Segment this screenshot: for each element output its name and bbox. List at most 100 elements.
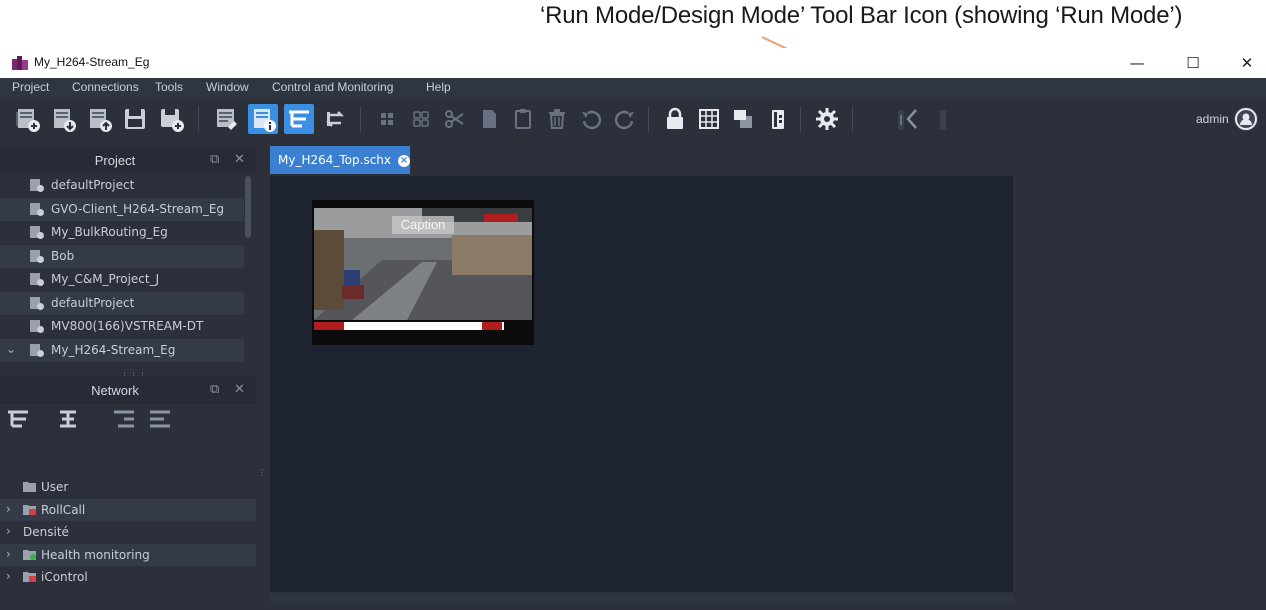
schematic-canvas[interactable]: Caption <box>270 176 1013 592</box>
caption-label[interactable]: Caption <box>392 216 454 234</box>
toolbar-grip-icon <box>886 104 904 134</box>
undo-icon[interactable] <box>576 104 606 134</box>
chevron-down-icon[interactable]: ⌄ <box>6 342 16 356</box>
export-project-icon[interactable] <box>84 104 114 134</box>
close-tab-icon[interactable]: × <box>398 155 410 167</box>
group-icon[interactable] <box>406 104 436 134</box>
menu-tools[interactable]: Tools <box>155 80 183 94</box>
project-panel-header: Project ⧉ ✕ <box>0 146 256 174</box>
editor-area: Caption <box>266 174 1266 610</box>
list-view-icon[interactable] <box>146 405 174 433</box>
panel-splitter[interactable]: ⋮⋮ <box>256 146 274 610</box>
chevron-right-icon[interactable]: › <box>6 569 11 583</box>
refresh-icon[interactable] <box>320 104 350 134</box>
menu-window[interactable]: Window <box>206 80 249 94</box>
user-avatar-icon[interactable] <box>1234 107 1258 131</box>
lock-icon[interactable] <box>660 104 690 134</box>
folder-icon <box>23 549 36 560</box>
window-titlebar: My_H264-Stream_Eg — ☐ ✕ <box>0 48 1266 78</box>
chevron-right-icon[interactable]: › <box>6 524 11 538</box>
chevron-right-icon[interactable]: › <box>6 547 11 561</box>
tab-my-h264-top[interactable]: My_H264_Top.schx × <box>270 146 410 174</box>
paste-icon[interactable] <box>508 104 538 134</box>
table-icon[interactable] <box>694 104 724 134</box>
project-file-icon <box>30 179 44 192</box>
redo-icon[interactable] <box>610 104 640 134</box>
network-tree-icon[interactable] <box>284 104 314 134</box>
project-file-icon <box>30 202 44 216</box>
folder-icon <box>23 482 36 492</box>
application-window: Project Connections Tools Window Control… <box>0 78 1266 610</box>
settings-icon[interactable] <box>812 104 842 134</box>
main-toolbar: admin <box>0 98 1266 146</box>
layers-icon[interactable] <box>728 104 758 134</box>
tree-item[interactable]: › Densité <box>0 521 256 544</box>
save-icon[interactable] <box>120 104 150 134</box>
list-item[interactable]: GVO-Client_H264-Stream_Eg <box>0 197 244 221</box>
undock-icon[interactable]: ⧉ <box>210 382 219 397</box>
close-panel-icon[interactable]: ✕ <box>234 382 245 397</box>
run-mode-icon[interactable] <box>762 104 792 134</box>
toolbar-grip-icon <box>2 104 18 134</box>
menu-project[interactable]: Project <box>12 80 49 94</box>
network-panel-title: Network <box>91 383 139 398</box>
delete-icon[interactable] <box>542 104 572 134</box>
video-widget[interactable]: Caption <box>312 200 534 345</box>
toolbar-separator <box>360 106 361 132</box>
project-file-icon <box>30 249 44 263</box>
list-item[interactable]: MV800(166)VSTREAM-DT <box>0 315 244 339</box>
list-item[interactable]: ›components <box>0 362 244 366</box>
copy-icon[interactable] <box>474 104 504 134</box>
tree-item[interactable]: › iControl <box>0 566 256 589</box>
minimize-button[interactable]: — <box>1114 50 1160 76</box>
list-item[interactable]: defaultProject <box>0 174 244 198</box>
grid-icon[interactable] <box>372 104 402 134</box>
menu-help[interactable]: Help <box>426 80 451 94</box>
tree-item[interactable]: › RollCall <box>0 498 256 521</box>
editor-tab-bar: My_H264_Top.schx × <box>266 146 1266 174</box>
back-icon[interactable] <box>898 104 928 134</box>
tree-item[interactable]: User <box>0 476 256 499</box>
save-as-icon[interactable] <box>156 104 186 134</box>
project-scrollbar[interactable] <box>245 176 251 238</box>
maximize-button[interactable]: ☐ <box>1170 50 1216 76</box>
network-tree: User › RollCall › Densité › Health monitori… <box>0 476 256 589</box>
project-panel-title: Project <box>94 153 136 168</box>
list-item[interactable]: My_BulkRouting_Eg <box>0 221 244 245</box>
project-info-icon[interactable] <box>248 104 278 134</box>
import-project-icon[interactable] <box>48 104 78 134</box>
project-list: defaultProject GVO-Client_H264-Stream_Eg… <box>0 174 244 366</box>
menu-control-and-monitoring[interactable]: Control and Monitoring <box>272 80 393 94</box>
toolbar-grip-icon <box>928 104 946 134</box>
project-file-icon <box>30 273 44 286</box>
tree-item[interactable]: › Health monitoring <box>0 543 256 566</box>
list-item[interactable]: ⌄ My_H264-Stream_Eg <box>0 338 244 362</box>
chevron-right-icon[interactable]: › <box>6 502 11 516</box>
folder-icon <box>23 504 36 515</box>
menu-bar: Project Connections Tools Window Control… <box>0 78 1266 98</box>
user-name[interactable]: admin <box>1196 112 1229 126</box>
list-item[interactable]: Bob <box>0 244 244 268</box>
project-file-icon <box>30 343 44 357</box>
toolbar-separator <box>198 106 199 132</box>
undock-icon[interactable]: ⧉ <box>210 152 219 167</box>
app-logo-icon <box>12 56 28 70</box>
canvas-scrollbar[interactable] <box>270 594 1013 602</box>
window-title: My_H264-Stream_Eg <box>34 55 150 69</box>
close-window-button[interactable]: ✕ <box>1224 50 1266 76</box>
new-project-icon[interactable] <box>12 104 42 134</box>
network-toolbar <box>0 400 256 438</box>
cut-icon[interactable] <box>440 104 470 134</box>
menu-connections[interactable]: Connections <box>72 80 139 94</box>
toolbar-separator <box>800 106 801 132</box>
collapse-tree-icon[interactable] <box>54 405 82 433</box>
close-panel-icon[interactable]: ✕ <box>234 152 245 167</box>
list-item[interactable]: defaultProject <box>0 291 244 315</box>
chevron-right-icon[interactable]: › <box>32 365 37 366</box>
expand-tree-icon[interactable] <box>4 405 32 433</box>
list-item[interactable]: My_C&M_Project_J <box>0 268 244 292</box>
toolbar-separator <box>648 106 649 132</box>
project-file-icon <box>30 296 44 310</box>
notes-icon[interactable] <box>212 104 242 134</box>
tree-view-icon[interactable] <box>110 405 138 433</box>
